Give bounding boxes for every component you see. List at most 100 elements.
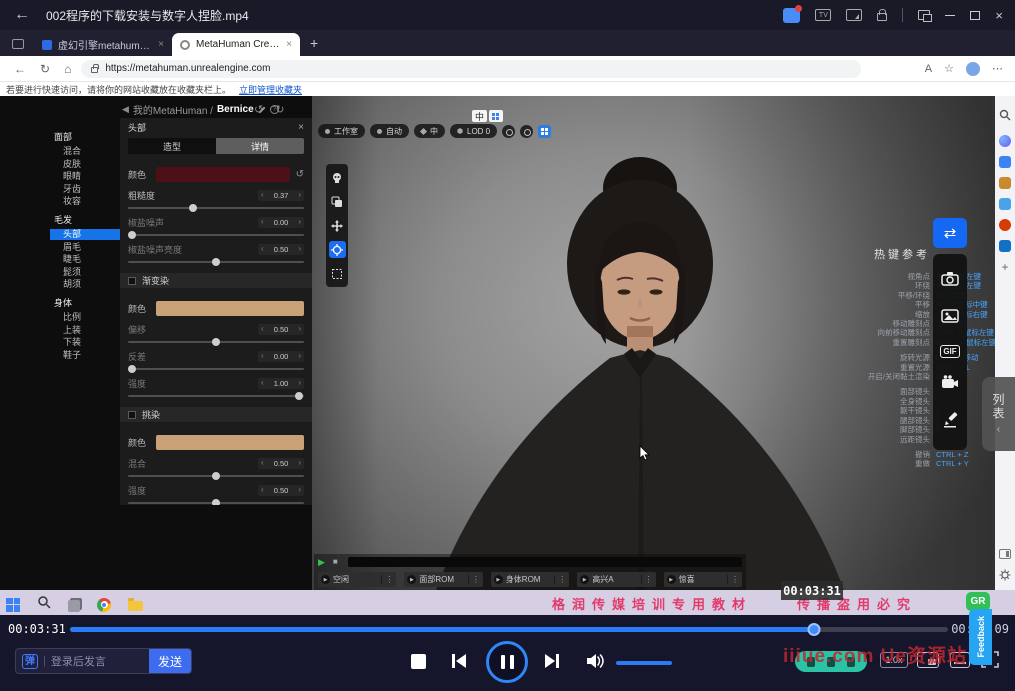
url-field[interactable]: https://metahuman.unrealengine.com <box>81 60 861 78</box>
add-sidebar-item-icon[interactable]: + <box>1001 261 1008 273</box>
danmaku-input[interactable]: 弹 | 登录后发言 发送 <box>15 648 192 674</box>
ime-keyboard-chip[interactable] <box>489 110 503 122</box>
tab-details[interactable]: 详情 <box>216 138 304 154</box>
stepper-right-icon[interactable]: › <box>298 218 301 226</box>
slider-track[interactable] <box>128 261 304 263</box>
auto-quality-pill[interactable]: 自动 <box>370 124 409 138</box>
sidebar-item[interactable]: 眉毛 <box>50 242 122 253</box>
panel-close-icon[interactable]: × <box>298 122 304 133</box>
kebab-menu-icon[interactable]: ⋮ <box>727 575 739 584</box>
target-tool-icon[interactable] <box>329 241 346 258</box>
reset-color-icon[interactable]: ↺ <box>296 169 304 180</box>
sidebar-search-icon[interactable] <box>999 108 1011 126</box>
close-button[interactable]: × <box>995 9 1003 22</box>
blend-tool-icon[interactable] <box>329 193 346 210</box>
animation-chip[interactable]: ▶ 空闲 ⋮ <box>318 572 396 587</box>
copilot-icon[interactable] <box>999 135 1011 147</box>
slider-track[interactable] <box>128 395 304 397</box>
stop-button[interactable] <box>411 654 426 669</box>
slider-thumb[interactable] <box>212 338 220 346</box>
slider-value-stepper[interactable]: ‹ 0.50 › <box>258 458 304 469</box>
sidebar-item[interactable]: 髭须 <box>50 267 122 278</box>
tab-baidu-search[interactable]: 虚幻引擎metahuman_百度搜索 × <box>34 33 172 56</box>
hair-color-swatch[interactable] <box>156 167 290 182</box>
kebab-menu-icon[interactable]: ⋮ <box>381 575 393 584</box>
volume-slider[interactable] <box>616 661 672 665</box>
stepper-left-icon[interactable]: ‹ <box>261 218 264 226</box>
tab-close-icon[interactable]: × <box>154 39 164 50</box>
sidebar-item[interactable]: 妆容 <box>50 196 122 207</box>
home-icon[interactable]: ⌂ <box>64 63 71 75</box>
animation-chip[interactable]: ▶ 高兴A ⋮ <box>577 572 655 587</box>
slider-thumb[interactable] <box>212 258 220 266</box>
stepper-left-icon[interactable]: ‹ <box>261 245 264 253</box>
windows-start-icon[interactable] <box>6 598 20 612</box>
slider-track[interactable] <box>128 502 304 504</box>
slider-track[interactable] <box>128 207 304 209</box>
slider-value-stepper[interactable]: ‹ 1.00 › <box>258 378 304 389</box>
stepper-right-icon[interactable]: › <box>298 379 301 387</box>
screenshot-camera-icon[interactable] <box>941 271 959 291</box>
sidebar-item[interactable]: 比例 <box>50 312 122 323</box>
sidebar-item[interactable]: 鞋子 <box>50 350 122 361</box>
volume-icon[interactable] <box>585 653 605 674</box>
skull-tool-icon[interactable] <box>329 169 346 186</box>
slider-thumb[interactable] <box>212 472 220 480</box>
redo-icon[interactable]: ↻ <box>275 103 284 116</box>
slider-thumb[interactable] <box>295 392 303 400</box>
manage-favorites-link[interactable]: 立即管理收藏夹 <box>239 83 302 96</box>
anim-stop-icon[interactable]: ■ <box>333 558 338 566</box>
profile-avatar[interactable] <box>966 62 980 76</box>
gradient-color-swatch[interactable] <box>156 301 304 316</box>
stepper-right-icon[interactable]: › <box>298 191 301 199</box>
stepper-left-icon[interactable]: ‹ <box>261 325 264 333</box>
back-icon[interactable]: ← <box>14 7 30 23</box>
slider-value-stepper[interactable]: ‹ 0.00 › <box>258 217 304 228</box>
stepper-left-icon[interactable]: ‹ <box>261 379 264 387</box>
mini-window-icon[interactable] <box>918 10 930 20</box>
lod-pill[interactable]: LOD 0 <box>450 124 497 138</box>
collapse-icon[interactable]: ◀ <box>122 104 129 115</box>
pause-button[interactable] <box>486 641 528 683</box>
kebab-menu-icon[interactable]: ⋮ <box>554 575 566 584</box>
slider-track[interactable] <box>128 475 304 477</box>
animation-chip[interactable]: ▶ 惊喜 ⋮ <box>664 572 742 587</box>
gif-capture-icon[interactable]: GIF <box>940 345 959 358</box>
slider-value-stepper[interactable]: ‹ 0.50 › <box>258 324 304 335</box>
office-icon[interactable] <box>999 219 1011 231</box>
taskbar-app-icon[interactable] <box>68 600 80 612</box>
chrome-icon[interactable] <box>97 598 111 612</box>
stepper-right-icon[interactable]: › <box>298 325 301 333</box>
progress-handle[interactable] <box>807 623 820 636</box>
sidebar-item[interactable]: 牙齿 <box>50 184 122 195</box>
next-button[interactable] <box>543 653 561 674</box>
image-capture-icon[interactable] <box>941 309 959 328</box>
playlist-flyout-tab[interactable]: 列表 ‹ <box>982 377 1015 451</box>
undo-icon[interactable]: ↺ <box>254 103 263 116</box>
read-aloud-icon[interactable]: A <box>925 63 932 75</box>
animation-chip[interactable]: ▶ 面部ROM ⋮ <box>404 572 482 587</box>
sidebar-item[interactable]: 睫毛 <box>50 254 122 265</box>
swap-capture-button[interactable]: ⇄ <box>933 218 967 248</box>
shopping-tag-icon[interactable] <box>999 156 1011 168</box>
app-logo-icon[interactable] <box>783 8 800 23</box>
stepper-left-icon[interactable]: ‹ <box>261 352 264 360</box>
sidebar-item[interactable]: 皮肤 <box>50 159 122 170</box>
video-capture-icon[interactable] <box>941 375 959 394</box>
outlook-icon[interactable] <box>999 240 1011 252</box>
tv-mode-icon[interactable]: TV <box>815 9 831 21</box>
slider-thumb[interactable] <box>128 365 136 373</box>
slider-track[interactable] <box>128 234 304 236</box>
minimize-button[interactable] <box>945 15 955 16</box>
previous-button[interactable] <box>450 653 468 674</box>
ime-language-chip[interactable]: 中 <box>472 110 487 122</box>
studio-pill[interactable]: 工作室 <box>318 124 365 138</box>
sidebar-item[interactable]: 上装 <box>50 325 122 336</box>
browser-back-icon[interactable]: ← <box>14 63 26 75</box>
viewport-3d[interactable]: 工作室 自动 中 LOD 0 中 <box>312 96 995 590</box>
tab-workspaces-icon[interactable] <box>12 39 24 49</box>
maximize-button[interactable] <box>970 11 980 20</box>
slider-value-stepper[interactable]: ‹ 0.50 › <box>258 485 304 496</box>
sidebar-item[interactable]: 头部 <box>50 229 122 240</box>
marquee-tool-icon[interactable] <box>329 265 346 282</box>
